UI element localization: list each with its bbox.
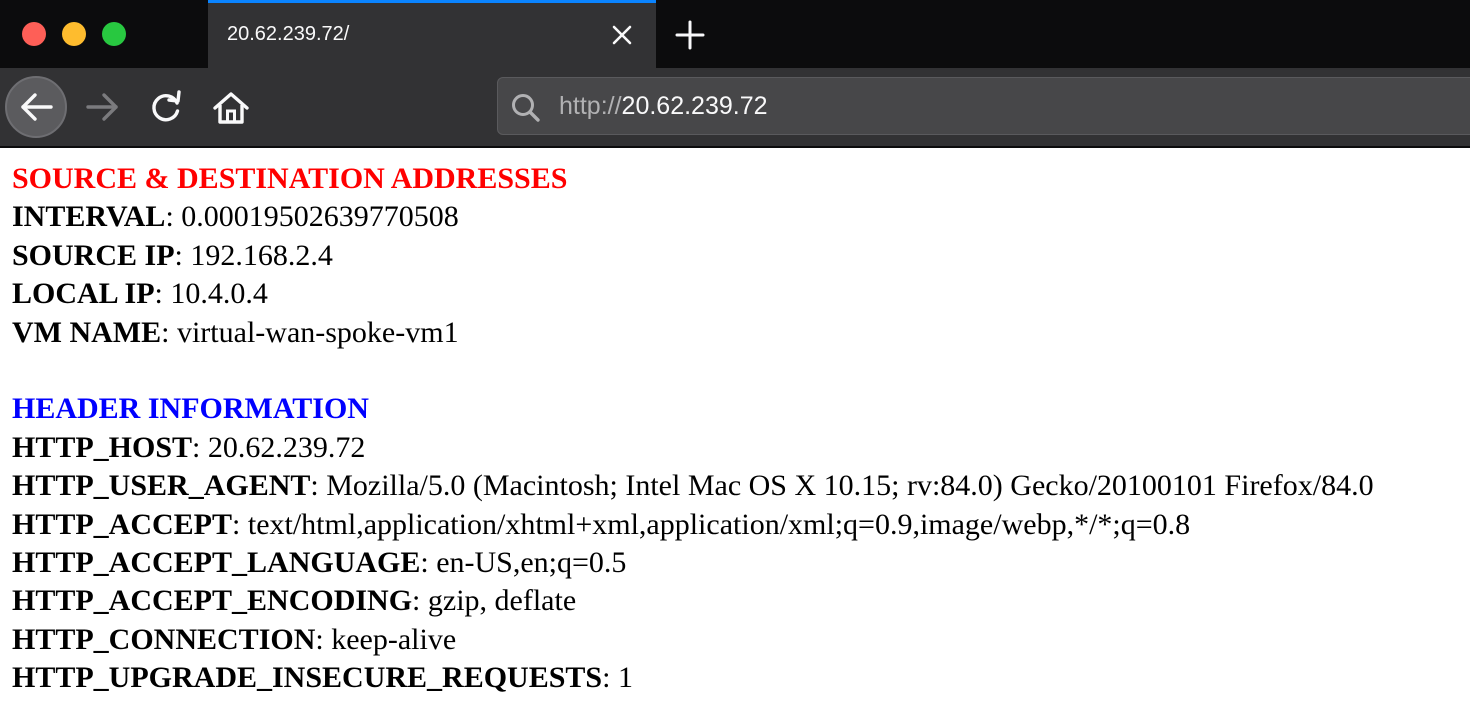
window-minimize-button[interactable] <box>62 22 86 46</box>
info-value: : Mozilla/5.0 (Macintosh; Intel Mac OS X… <box>310 469 1374 503</box>
info-key: SOURCE IP <box>12 238 175 272</box>
info-key: VM NAME <box>12 315 162 349</box>
home-button[interactable] <box>200 76 262 138</box>
window-close-button[interactable] <box>22 22 46 46</box>
info-value: : 1 <box>602 661 633 695</box>
search-icon <box>508 90 544 126</box>
info-key: HTTP_HOST <box>12 430 193 464</box>
window-zoom-button[interactable] <box>102 22 126 46</box>
info-row-http-host: HTTP_HOST: 20.62.239.72 <box>12 429 1470 467</box>
info-value: : 192.168.2.4 <box>174 238 333 272</box>
info-value: : keep-alive <box>315 622 457 656</box>
info-value: : text/html,application/xhtml+xml,applic… <box>232 507 1191 541</box>
info-row-http-connection: HTTP_CONNECTION: keep-alive <box>12 621 1470 659</box>
info-value: : 20.62.239.72 <box>192 430 366 464</box>
info-key: HTTP_CONNECTION <box>12 622 316 656</box>
close-icon[interactable] <box>608 21 636 49</box>
info-row-http-accept-encoding: HTTP_ACCEPT_ENCODING: gzip, deflate <box>12 582 1470 620</box>
page-content: SOURCE & DESTINATION ADDRESSES INTERVAL:… <box>12 160 1470 697</box>
info-key: HTTP_ACCEPT <box>12 507 233 541</box>
tab-strip: 20.62.239.72/ <box>0 0 1470 68</box>
info-value: : virtual-wan-spoke-vm1 <box>161 315 459 349</box>
forward-button[interactable] <box>72 76 134 138</box>
info-key: HTTP_UPGRADE_INSECURE_REQUESTS <box>12 661 603 695</box>
info-value: : 10.4.0.4 <box>154 277 268 311</box>
url-text[interactable]: http://20.62.239.72 <box>559 92 768 121</box>
info-value: : en-US,en;q=0.5 <box>420 545 627 579</box>
info-row-http-user-agent: HTTP_USER_AGENT: Mozilla/5.0 (Macintosh;… <box>12 467 1470 505</box>
info-row-source-ip: SOURCE IP: 192.168.2.4 <box>12 237 1470 275</box>
info-row-http-accept: HTTP_ACCEPT: text/html,application/xhtml… <box>12 506 1470 544</box>
arrow-left-icon <box>21 93 53 121</box>
info-value: : gzip, deflate <box>412 584 577 618</box>
plus-icon[interactable] <box>672 17 708 53</box>
home-icon <box>213 92 249 124</box>
reload-button[interactable] <box>136 76 198 138</box>
active-tab[interactable]: 20.62.239.72/ <box>208 0 656 68</box>
url-bar[interactable]: http://20.62.239.72 <box>497 77 1470 135</box>
info-row-http-accept-language: HTTP_ACCEPT_LANGUAGE: en-US,en;q=0.5 <box>12 544 1470 582</box>
info-row-vm-name: VM NAME: virtual-wan-spoke-vm1 <box>12 314 1470 352</box>
info-key: HTTP_ACCEPT_ENCODING <box>12 584 413 618</box>
url-host: 20.62.239.72 <box>621 92 768 120</box>
info-row-interval: INTERVAL: 0.00019502639770508 <box>12 198 1470 236</box>
url-scheme: http:// <box>559 92 622 120</box>
info-row-local-ip: LOCAL IP: 10.4.0.4 <box>12 275 1470 313</box>
info-row-http-upgrade-insecure-requests: HTTP_UPGRADE_INSECURE_REQUESTS: 1 <box>12 659 1470 697</box>
header-section-heading: HEADER INFORMATION <box>12 392 369 426</box>
arrow-right-icon <box>86 93 118 121</box>
navigation-toolbar: http://20.62.239.72 <box>0 68 1470 148</box>
info-key: HTTP_ACCEPT_LANGUAGE <box>12 545 421 579</box>
info-key: HTTP_USER_AGENT <box>12 469 311 503</box>
info-value: : 0.00019502639770508 <box>165 200 459 234</box>
tab-title: 20.62.239.72/ <box>227 23 350 45</box>
source-section-heading: SOURCE & DESTINATION ADDRESSES <box>12 162 568 195</box>
info-key: INTERVAL <box>12 200 166 234</box>
reload-icon <box>152 90 181 122</box>
info-key: LOCAL IP <box>12 277 155 311</box>
back-button[interactable] <box>5 76 67 138</box>
